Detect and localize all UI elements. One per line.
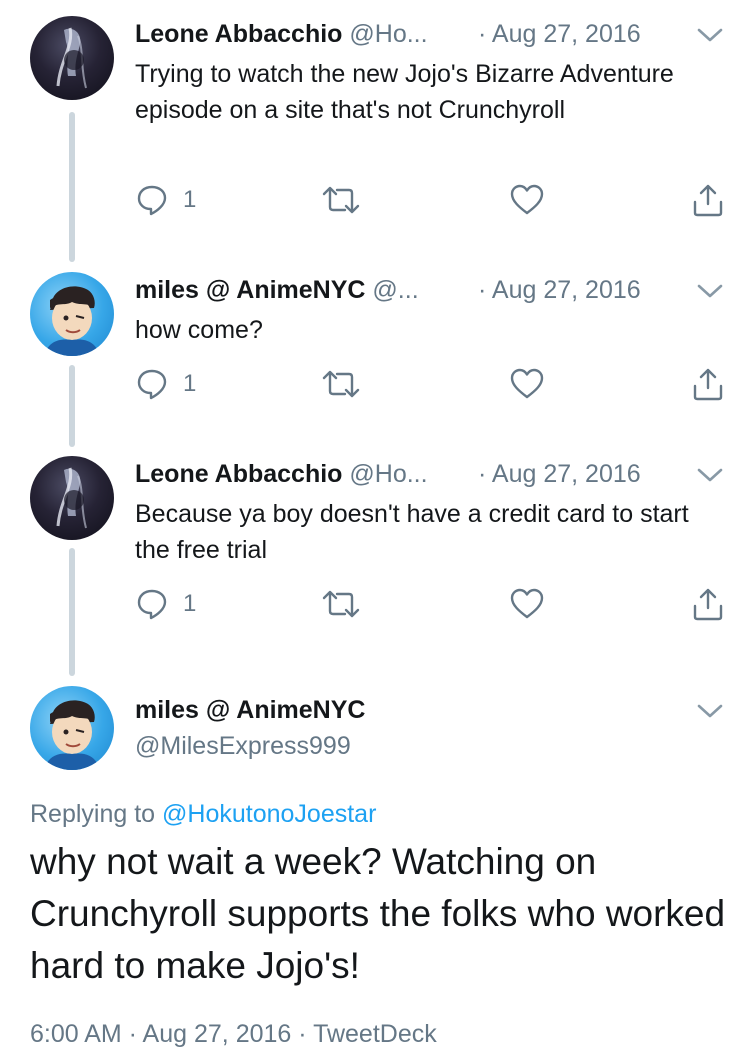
- tweet-meta: 6:00 AM · Aug 27, 2016 · TweetDeck: [30, 1020, 437, 1048]
- share-icon: [693, 588, 723, 621]
- share-button[interactable]: [691, 180, 725, 220]
- replying-label: Replying to: [30, 800, 156, 828]
- chevron-down-icon[interactable]: [694, 280, 726, 302]
- reply-count: 1: [183, 590, 197, 617]
- avatar-image: [56, 467, 87, 529]
- like-icon: [510, 368, 544, 399]
- retweet-button[interactable]: [321, 584, 361, 624]
- reply-icon: [137, 185, 167, 216]
- user-handle[interactable]: @Ho...: [349, 460, 427, 488]
- separator-dot: ·: [478, 460, 487, 488]
- tweet-text: how come?: [135, 316, 263, 344]
- timestamp[interactable]: · Aug 27, 2016: [478, 272, 641, 308]
- tweet-actions: 1: [135, 180, 735, 220]
- separator-dot: ·: [478, 20, 487, 48]
- retweet-icon: [322, 186, 360, 214]
- avatar[interactable]: [30, 686, 114, 770]
- tweet-text: Because ya boy doesn't have a credit car…: [135, 500, 689, 564]
- user-handle[interactable]: @MilesExpress999: [135, 728, 351, 764]
- focused-tweet: miles @ AnimeNYC @MilesExpress999 Replyi…: [0, 686, 750, 1058]
- display-name[interactable]: miles @ AnimeNYC: [135, 692, 365, 728]
- like-button[interactable]: [509, 180, 545, 220]
- reply-icon: [137, 589, 167, 620]
- retweet-button[interactable]: [321, 180, 361, 220]
- chevron-down-icon[interactable]: [694, 464, 726, 486]
- avatar-image: [44, 700, 100, 770]
- share-icon: [693, 184, 723, 217]
- tweet-text: why not wait a week? Watching on Crunchy…: [30, 841, 726, 986]
- chevron-down-icon[interactable]: [694, 24, 726, 46]
- like-button[interactable]: [509, 584, 545, 624]
- tweet[interactable]: Leone Abbacchio @Ho... · Aug 27, 2016 Be…: [0, 456, 750, 656]
- like-icon: [510, 588, 544, 619]
- reply-button[interactable]: 1: [135, 584, 196, 624]
- tweet-date[interactable]: Aug 27, 2016: [492, 460, 641, 488]
- timestamp[interactable]: · Aug 27, 2016: [478, 16, 641, 52]
- tweet[interactable]: miles @ AnimeNYC @... · Aug 27, 2016 how…: [0, 272, 750, 412]
- like-icon: [510, 184, 544, 215]
- reply-button[interactable]: 1: [135, 364, 196, 404]
- tweet-actions: 1: [135, 584, 735, 624]
- display-name[interactable]: Leone Abbacchio: [135, 20, 342, 48]
- reply-count: 1: [183, 370, 197, 397]
- share-icon: [693, 368, 723, 401]
- user-handle[interactable]: @Ho...: [349, 20, 427, 48]
- avatar[interactable]: [30, 456, 114, 540]
- retweet-icon: [322, 370, 360, 398]
- chevron-down-icon[interactable]: [694, 700, 726, 722]
- tweet-date[interactable]: Aug 27, 2016: [492, 276, 641, 304]
- reply-icon: [137, 369, 167, 400]
- display-name[interactable]: Leone Abbacchio: [135, 460, 342, 488]
- display-name[interactable]: miles @ AnimeNYC: [135, 276, 365, 304]
- avatar[interactable]: [30, 272, 114, 356]
- retweet-button[interactable]: [321, 364, 361, 404]
- user-handle[interactable]: @...: [372, 276, 418, 304]
- separator-dot: ·: [478, 276, 487, 304]
- avatar-image: [44, 286, 100, 356]
- reply-count: 1: [183, 186, 197, 213]
- avatar[interactable]: [30, 16, 114, 100]
- tweet[interactable]: Leone Abbacchio @Ho... · Aug 27, 2016 Tr…: [0, 16, 750, 246]
- tweet-actions: 1: [135, 364, 735, 404]
- retweet-icon: [322, 590, 360, 618]
- tweet-date[interactable]: Aug 27, 2016: [492, 20, 641, 48]
- like-button[interactable]: [509, 364, 545, 404]
- reply-button[interactable]: 1: [135, 180, 196, 220]
- mention-link[interactable]: @HokutonoJoestar: [162, 800, 376, 828]
- replying-to: Replying to @HokutonoJoestar: [30, 796, 376, 832]
- share-button[interactable]: [691, 584, 725, 624]
- share-button[interactable]: [691, 364, 725, 404]
- timestamp[interactable]: · Aug 27, 2016: [478, 456, 641, 492]
- avatar-image: [56, 27, 87, 89]
- tweet-text: Trying to watch the new Jojo's Bizarre A…: [135, 60, 674, 124]
